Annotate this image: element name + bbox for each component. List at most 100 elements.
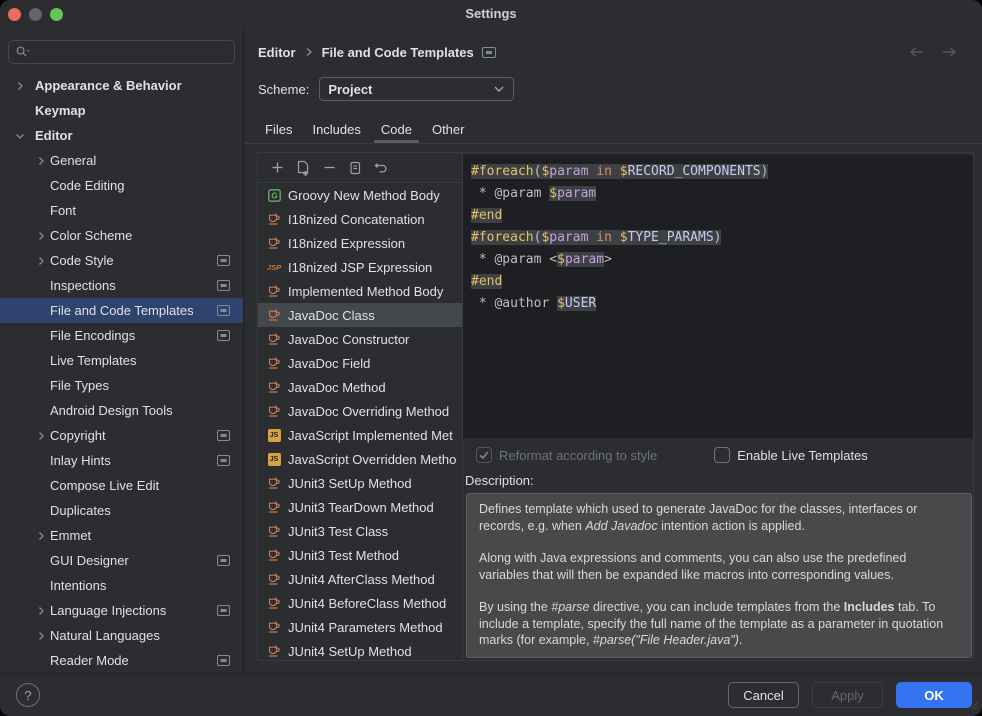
template-item-javadoc-class[interactable]: JavaDoc Class xyxy=(258,303,462,327)
chevron-right-icon[interactable] xyxy=(35,255,50,267)
java-cup-icon xyxy=(267,356,281,370)
tab-includes[interactable]: Includes xyxy=(303,116,369,143)
remove-icon[interactable] xyxy=(321,160,337,176)
template-item-junit4-afterclass-method[interactable]: JUnit4 AfterClass Method xyxy=(258,567,462,591)
sidebar-item-copyright[interactable]: Copyright xyxy=(0,423,243,448)
tab-code[interactable]: Code xyxy=(372,116,421,143)
sidebar-item-inlay-hints[interactable]: Inlay Hints xyxy=(0,448,243,473)
sidebar-item-appearance-behavior[interactable]: Appearance & Behavior xyxy=(0,73,243,98)
sidebar-item-label: Editor xyxy=(35,128,243,143)
template-item-junit3-test-method[interactable]: JUnit3 Test Method xyxy=(258,543,462,567)
template-item-javadoc-constructor[interactable]: JavaDoc Constructor xyxy=(258,327,462,351)
template-item-i18nized-concatenation[interactable]: I18nized Concatenation xyxy=(258,207,462,231)
template-item-label: JavaDoc Method xyxy=(288,380,386,395)
chevron-right-icon[interactable] xyxy=(14,80,35,92)
sidebar-item-intentions[interactable]: Intentions xyxy=(0,573,243,598)
breadcrumb-editor[interactable]: Editor xyxy=(258,45,296,60)
sidebar-item-editor[interactable]: Editor xyxy=(0,123,243,148)
search-input[interactable] xyxy=(35,44,228,61)
sidebar-item-label: General xyxy=(50,153,243,168)
sidebar-item-gui-designer[interactable]: GUI Designer xyxy=(0,548,243,573)
sidebar-item-label: GUI Designer xyxy=(50,553,217,568)
javascript-icon: JS xyxy=(267,453,281,466)
resize-grip-icon[interactable] xyxy=(970,698,979,713)
template-list: GGroovy New Method BodyI18nized Concaten… xyxy=(258,183,462,660)
sidebar-item-color-scheme[interactable]: Color Scheme xyxy=(0,223,243,248)
sidebar-item-keymap[interactable]: Keymap xyxy=(0,98,243,123)
sidebar-item-duplicates[interactable]: Duplicates xyxy=(0,498,243,523)
template-item-junit3-teardown-method[interactable]: JUnit3 TearDown Method xyxy=(258,495,462,519)
help-button[interactable]: ? xyxy=(16,683,40,707)
sidebar-item-file-and-code-templates[interactable]: File and Code Templates xyxy=(0,298,243,323)
sidebar-item-inspections[interactable]: Inspections xyxy=(0,273,243,298)
ok-button[interactable]: OK xyxy=(896,682,972,708)
revert-icon[interactable] xyxy=(373,160,389,176)
nav-arrows xyxy=(908,46,958,58)
description-paragraph: Defines template which used to generate … xyxy=(479,501,959,534)
code-line: #foreach($param in $RECORD_COMPONENTS) xyxy=(471,161,973,183)
sidebar-item-emmet[interactable]: Emmet xyxy=(0,523,243,548)
sidebar-item-label: Language Injections xyxy=(50,603,217,618)
chevron-right-icon[interactable] xyxy=(35,430,50,442)
cancel-button[interactable]: Cancel xyxy=(728,682,799,708)
chevron-right-icon[interactable] xyxy=(35,155,50,167)
sidebar-item-label: Reader Mode xyxy=(50,653,217,668)
template-item-javadoc-overriding-method[interactable]: JavaDoc Overriding Method xyxy=(258,399,462,423)
enable-live-templates-checkbox[interactable]: Enable Live Templates xyxy=(714,447,868,463)
template-item-junit4-parameters-method[interactable]: JUnit4 Parameters Method xyxy=(258,615,462,639)
scheme-value: Project xyxy=(328,82,493,97)
template-item-junit3-setup-method[interactable]: JUnit3 SetUp Method xyxy=(258,471,462,495)
sidebar-item-code-editing[interactable]: Code Editing xyxy=(0,173,243,198)
duplicate-icon[interactable] xyxy=(347,160,363,176)
create-from-template-icon[interactable] xyxy=(295,160,311,176)
dialog-footer: ? Cancel Apply OK xyxy=(0,673,982,716)
template-item-javadoc-field[interactable]: JavaDoc Field xyxy=(258,351,462,375)
template-item-label: JavaScript Overridden Metho xyxy=(288,452,456,467)
template-item-javascript-implemented-met[interactable]: JSJavaScript Implemented Met xyxy=(258,423,462,447)
chevron-down-icon[interactable] xyxy=(14,130,35,142)
overridden-in-project-icon xyxy=(217,555,230,566)
template-item-i18nized-jsp-expression[interactable]: JSPI18nized JSP Expression xyxy=(258,255,462,279)
chevron-right-icon[interactable] xyxy=(35,530,50,542)
template-item-i18nized-expression[interactable]: I18nized Expression xyxy=(258,231,462,255)
sidebar-item-compose-live-edit[interactable]: Compose Live Edit xyxy=(0,473,243,498)
tab-other[interactable]: Other xyxy=(423,116,474,143)
template-list-panel: GGroovy New Method BodyI18nized Concaten… xyxy=(258,153,463,660)
template-item-implemented-method-body[interactable]: Implemented Method Body xyxy=(258,279,462,303)
tab-files[interactable]: Files xyxy=(256,116,301,143)
sidebar-item-reader-mode[interactable]: Reader Mode xyxy=(0,648,243,673)
sidebar-item-general[interactable]: General xyxy=(0,148,243,173)
java-cup-icon xyxy=(267,404,281,418)
template-item-label: JavaDoc Constructor xyxy=(288,332,409,347)
settings-search-field[interactable] xyxy=(8,40,235,64)
template-item-junit4-beforeclass-method[interactable]: JUnit4 BeforeClass Method xyxy=(258,591,462,615)
scheme-dropdown[interactable]: Project xyxy=(319,77,514,101)
chevron-right-icon[interactable] xyxy=(35,630,50,642)
settings-tree: Appearance & BehaviorKeymap Editor General… xyxy=(0,73,243,673)
sidebar-item-label: Live Templates xyxy=(50,353,243,368)
sidebar-item-file-types[interactable]: File Types xyxy=(0,373,243,398)
titlebar: Settings xyxy=(0,0,982,28)
chevron-right-icon[interactable] xyxy=(35,230,50,242)
sidebar-item-android-design-tools[interactable]: Android Design Tools xyxy=(0,398,243,423)
checkbox-unchecked-icon xyxy=(714,447,730,463)
template-item-label: JUnit3 Test Method xyxy=(288,548,399,563)
java-cup-icon xyxy=(267,524,281,538)
sidebar-item-font[interactable]: Font xyxy=(0,198,243,223)
template-item-junit4-setup-method[interactable]: JUnit4 SetUp Method xyxy=(258,639,462,660)
sidebar-item-code-style[interactable]: Code Style xyxy=(0,248,243,273)
add-icon[interactable] xyxy=(269,160,285,176)
template-item-groovy-new-method-body[interactable]: GGroovy New Method Body xyxy=(258,183,462,207)
sidebar-item-language-injections[interactable]: Language Injections xyxy=(0,598,243,623)
template-item-javadoc-method[interactable]: JavaDoc Method xyxy=(258,375,462,399)
sidebar-item-natural-languages[interactable]: Natural Languages xyxy=(0,623,243,648)
template-item-label: I18nized Expression xyxy=(288,236,405,251)
java-cup-icon xyxy=(267,572,281,586)
sidebar-item-file-encodings[interactable]: File Encodings xyxy=(0,323,243,348)
template-code-editor[interactable]: #foreach($param in $RECORD_COMPONENTS) *… xyxy=(463,155,973,438)
overridden-in-project-icon xyxy=(217,430,230,441)
template-item-javascript-overridden-metho[interactable]: JS JavaScript Overridden Metho xyxy=(258,447,462,471)
sidebar-item-live-templates[interactable]: Live Templates xyxy=(0,348,243,373)
template-item-junit3-test-class[interactable]: JUnit3 Test Class xyxy=(258,519,462,543)
chevron-right-icon[interactable] xyxy=(35,605,50,617)
